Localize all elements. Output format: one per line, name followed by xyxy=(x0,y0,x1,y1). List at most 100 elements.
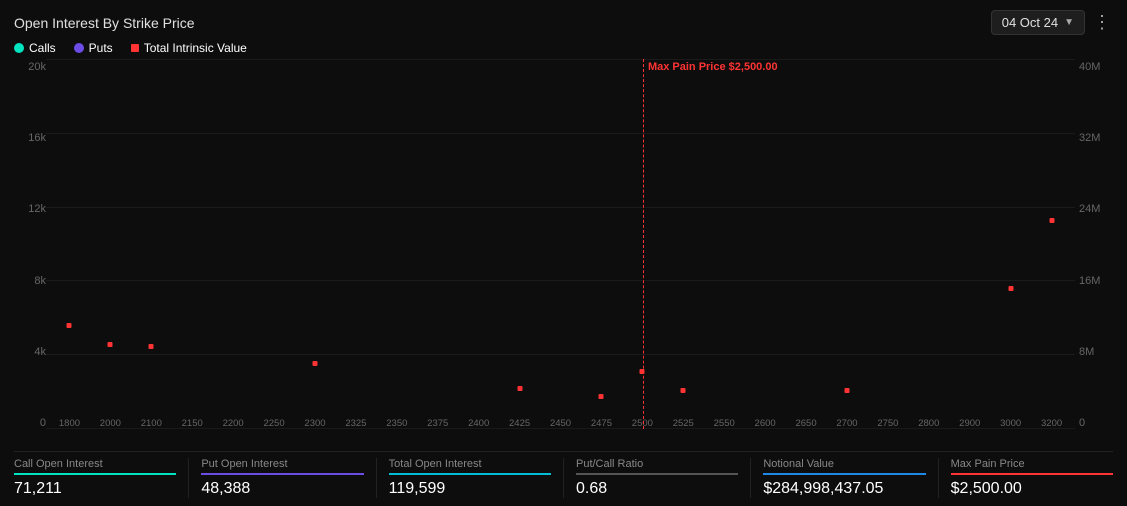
x-axis-label: 2450 xyxy=(550,418,571,429)
tiv-dot xyxy=(1008,286,1013,291)
stat-underline xyxy=(576,473,738,475)
bar-group: 2300 xyxy=(296,59,335,429)
bar-group: 2450 xyxy=(541,59,580,429)
stat-label: Put/Call Ratio xyxy=(576,458,738,470)
calls-label: Calls xyxy=(29,41,56,55)
tiv-dot xyxy=(1049,218,1054,223)
stat-item: Put/Call Ratio 0.68 xyxy=(576,458,751,498)
bar-group: 2600 xyxy=(746,59,785,429)
stat-item: Notional Value $284,998,437.05 xyxy=(763,458,938,498)
bar-group: 2150 xyxy=(173,59,212,429)
bar-group: 1800 xyxy=(50,59,89,429)
legend-calls: Calls xyxy=(14,41,56,55)
bar-group: 2250 xyxy=(255,59,294,429)
stat-label: Call Open Interest xyxy=(14,458,176,470)
stat-label: Put Open Interest xyxy=(201,458,363,470)
bar-group: 2475 xyxy=(582,59,621,429)
stat-underline xyxy=(951,473,1113,475)
bars-container: 1800200021002150220022502300232523502375… xyxy=(46,59,1075,429)
x-axis-label: 2650 xyxy=(795,418,816,429)
tiv-dot xyxy=(312,361,317,366)
stat-item: Total Open Interest 119,599 xyxy=(389,458,564,498)
y-axis-right: 40M32M24M16M8M0 xyxy=(1075,59,1113,449)
x-axis-label: 2400 xyxy=(468,418,489,429)
y-axis-right-label: 40M xyxy=(1079,61,1100,73)
stat-item: Max Pain Price $2,500.00 xyxy=(951,458,1113,498)
y-axis-left-label: 4k xyxy=(34,346,46,358)
bar-group: 2375 xyxy=(418,59,457,429)
y-axis-left: 20k16k12k8k4k0 xyxy=(14,59,46,449)
y-axis-right-label: 24M xyxy=(1079,203,1100,215)
x-axis-label: 2525 xyxy=(673,418,694,429)
tiv-dot xyxy=(599,394,604,399)
stat-value: $284,998,437.05 xyxy=(763,480,925,498)
bar-group: 3200 xyxy=(1032,59,1071,429)
bar-group: 2400 xyxy=(459,59,498,429)
stat-label: Total Open Interest xyxy=(389,458,551,470)
tiv-dot xyxy=(844,388,849,393)
x-axis-label: 2300 xyxy=(304,418,325,429)
y-axis-left-label: 16k xyxy=(28,132,46,144)
x-axis-label: 2000 xyxy=(100,418,121,429)
stat-item: Call Open Interest 71,211 xyxy=(14,458,189,498)
x-axis-label: 2425 xyxy=(509,418,530,429)
legend-tiv: Total Intrinsic Value xyxy=(131,41,247,55)
bar-group: 2425 xyxy=(500,59,539,429)
more-options-icon[interactable]: ⋮ xyxy=(1093,12,1113,33)
bar-group: 2650 xyxy=(787,59,826,429)
bar-group: 2000 xyxy=(91,59,130,429)
y-axis-left-label: 12k xyxy=(28,203,46,215)
bar-group: 2700 xyxy=(828,59,867,429)
stat-label: Notional Value xyxy=(763,458,925,470)
header-right: 04 Oct 24 ▼ ⋮ xyxy=(991,10,1113,35)
bar-group: 2750 xyxy=(868,59,907,429)
bar-group: 2525 xyxy=(664,59,703,429)
x-axis-label: 2100 xyxy=(141,418,162,429)
x-axis-label: 3200 xyxy=(1041,418,1062,429)
y-axis-left-label: 8k xyxy=(34,275,46,287)
legend-puts: Puts xyxy=(74,41,113,55)
y-axis-right-label: 8M xyxy=(1079,346,1094,358)
tiv-icon xyxy=(131,44,139,52)
calls-icon xyxy=(14,43,24,53)
x-axis-label: 2550 xyxy=(714,418,735,429)
stat-underline xyxy=(763,473,925,475)
header: Open Interest By Strike Price 04 Oct 24 … xyxy=(14,10,1113,35)
stat-value: 0.68 xyxy=(576,480,738,498)
bar-group: 2800 xyxy=(909,59,948,429)
x-axis-label: 2900 xyxy=(959,418,980,429)
bar-group: 2350 xyxy=(377,59,416,429)
bar-group: 3000 xyxy=(991,59,1030,429)
max-pain-line xyxy=(643,59,644,429)
x-axis-label: 1800 xyxy=(59,418,80,429)
chevron-down-icon: ▼ xyxy=(1064,17,1074,28)
bar-group: 2550 xyxy=(705,59,744,429)
stat-underline xyxy=(201,473,363,475)
x-axis-label: 2350 xyxy=(386,418,407,429)
bar-group: 2200 xyxy=(214,59,253,429)
chart-area: 20k 16k 12k 8k 4k 0 1800 2000 2100 21502200 2250 2… xyxy=(14,59,1113,449)
date-label: 04 Oct 24 xyxy=(1002,15,1058,30)
stat-label: Max Pain Price xyxy=(951,458,1113,470)
y-axis-left-label: 20k xyxy=(28,61,46,73)
bar-group: 2900 xyxy=(950,59,989,429)
x-axis-label: 2800 xyxy=(918,418,939,429)
stats-row: Call Open Interest 71,211 Put Open Interes… xyxy=(14,451,1113,498)
x-axis-label: 2250 xyxy=(263,418,284,429)
tiv-dot xyxy=(517,386,522,391)
tiv-dot xyxy=(681,388,686,393)
stat-value: 71,211 xyxy=(14,480,176,498)
date-picker-button[interactable]: 04 Oct 24 ▼ xyxy=(991,10,1085,35)
max-pain-label: Max Pain Price $2,500.00 xyxy=(648,61,778,73)
stat-value: 119,599 xyxy=(389,480,551,498)
x-axis-label: 2375 xyxy=(427,418,448,429)
stat-value: $2,500.00 xyxy=(951,480,1113,498)
y-axis-right-label: 0 xyxy=(1079,417,1085,429)
tiv-label: Total Intrinsic Value xyxy=(144,41,247,55)
chart-inner: 1800200021002150220022502300232523502375… xyxy=(46,59,1075,449)
x-axis-label: 2475 xyxy=(591,418,612,429)
stat-underline xyxy=(14,473,176,475)
tiv-dot xyxy=(149,344,154,349)
legend: Calls Puts Total Intrinsic Value xyxy=(14,41,1113,55)
stat-value: 48,388 xyxy=(201,480,363,498)
